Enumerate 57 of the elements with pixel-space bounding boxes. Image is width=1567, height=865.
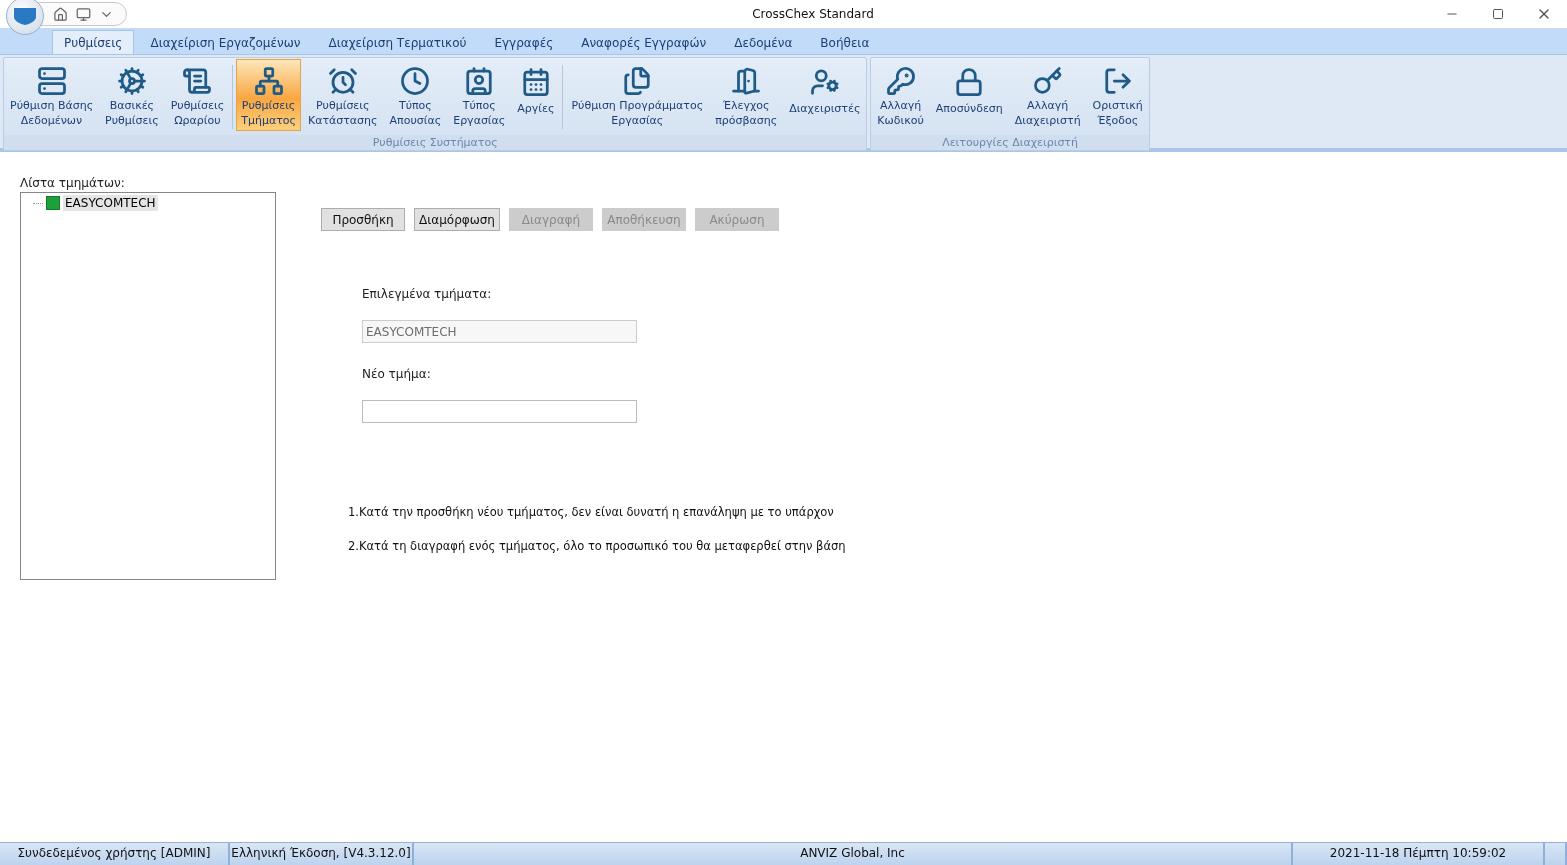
clock-icon (400, 65, 431, 96)
ribbon-button[interactable]: Βασικές Ρυθμίσεις (100, 59, 164, 131)
menu-tab[interactable]: Ρυθμίσεις (52, 30, 135, 54)
field-label: Επιλεγμένα τμήματα: (362, 287, 493, 301)
status-text: Συνδεδεμένος χρήστης [ADMIN] (0, 843, 230, 865)
ribbon-button[interactable]: Αλλαγή Διαχειριστή (1009, 59, 1086, 131)
ribbon-button[interactable]: Ρύθμιση Βάσης Δεδομένων (5, 59, 99, 131)
status-text: 2021-11-18 Πέμπτη 10:59:02 (1293, 843, 1545, 865)
maximize-icon (1492, 8, 1504, 20)
menu-tab[interactable]: Δεδομένα (722, 30, 805, 54)
exit-icon (1102, 65, 1133, 96)
menu-tab[interactable]: Βοήθεια (808, 30, 882, 54)
ribbon-button[interactable]: Ρύθμιση Προγράμματος Εργασίας (566, 59, 709, 131)
group-title: Λειτουργίες Διαχειριστή (871, 135, 1149, 150)
status-text: ANVIZ Global, Inc (414, 843, 1293, 865)
ribbon-button[interactable]: Ρυθμίσεις Ωραρίου (165, 59, 230, 131)
note-text: 2.Κατά τη διαγραφή ενός τμήματος, όλο το προσωπικό του θα μεταφερθεί στην βάση (348, 539, 846, 553)
menu-tab[interactable]: Διαχείριση Τερματικού (316, 30, 479, 54)
status-text: Ελληνική Έκδοση, [V4.3.12.0] (230, 843, 414, 865)
gear-icon (116, 65, 147, 96)
note-text: 1.Κατά την προσθήκη νέου τμήματος, δεν είναι δυνατή η επανάληψη με το υπάρχον (348, 505, 835, 519)
ribbon-button[interactable]: Ρυθμίσεις Τμήματος (236, 59, 301, 131)
documents-icon (622, 65, 653, 96)
ribbon-button[interactable]: Οριστική Έξοδος (1087, 59, 1148, 131)
door-icon (731, 65, 762, 96)
key-icon (1032, 65, 1063, 96)
window-title: CrossChex Standard (752, 7, 874, 21)
monitor-icon[interactable] (76, 6, 91, 22)
calendar-icon (520, 67, 551, 97)
alarm-clock-icon (327, 65, 358, 96)
ribbon-button[interactable]: Τύπος Απουσίας (384, 59, 447, 131)
user-gear-icon (809, 67, 840, 97)
ribbon-button[interactable]: Αργίες (512, 59, 560, 131)
input-field[interactable] (362, 400, 637, 423)
department-icon (46, 196, 60, 210)
home-icon[interactable] (53, 6, 68, 22)
menu-tab[interactable]: Διαχείριση Εργαζομένων (138, 30, 313, 54)
field-label: Νέο τμήμα: (362, 367, 432, 381)
ribbon-button[interactable]: Έλεγχος πρόσβασης (710, 59, 783, 131)
list-label: Λίστα τμημάτων: (20, 176, 126, 190)
ribbon-button[interactable]: Τύπος Εργασίας (448, 59, 511, 131)
ribbon-button[interactable]: Αποσύνδεση (930, 59, 1008, 131)
scroll-icon (182, 65, 213, 96)
menu-tab[interactable]: Εγγραφές (482, 30, 566, 54)
action-button[interactable]: Διαμόρφωση (414, 208, 500, 231)
org-chart-icon (253, 65, 284, 96)
menu-tab[interactable]: Αναφορές Εγγραφών (569, 30, 719, 54)
ribbon-button[interactable]: Αλλαγή Κωδικού (872, 59, 929, 131)
tree-item[interactable]: EASYCOMTECH (63, 195, 158, 211)
action-button[interactable]: Προσθήκη (321, 208, 405, 231)
id-card-icon (464, 65, 495, 96)
group-title: Ρυθμίσεις Συστήματος (4, 135, 867, 150)
key-icon (885, 65, 916, 96)
ribbon-button[interactable]: Διαχειριστές (784, 59, 866, 131)
lock-icon (954, 67, 985, 97)
server-icon (36, 65, 67, 96)
ribbon-button[interactable]: Ρυθμίσεις Κατάστασης (302, 59, 383, 131)
